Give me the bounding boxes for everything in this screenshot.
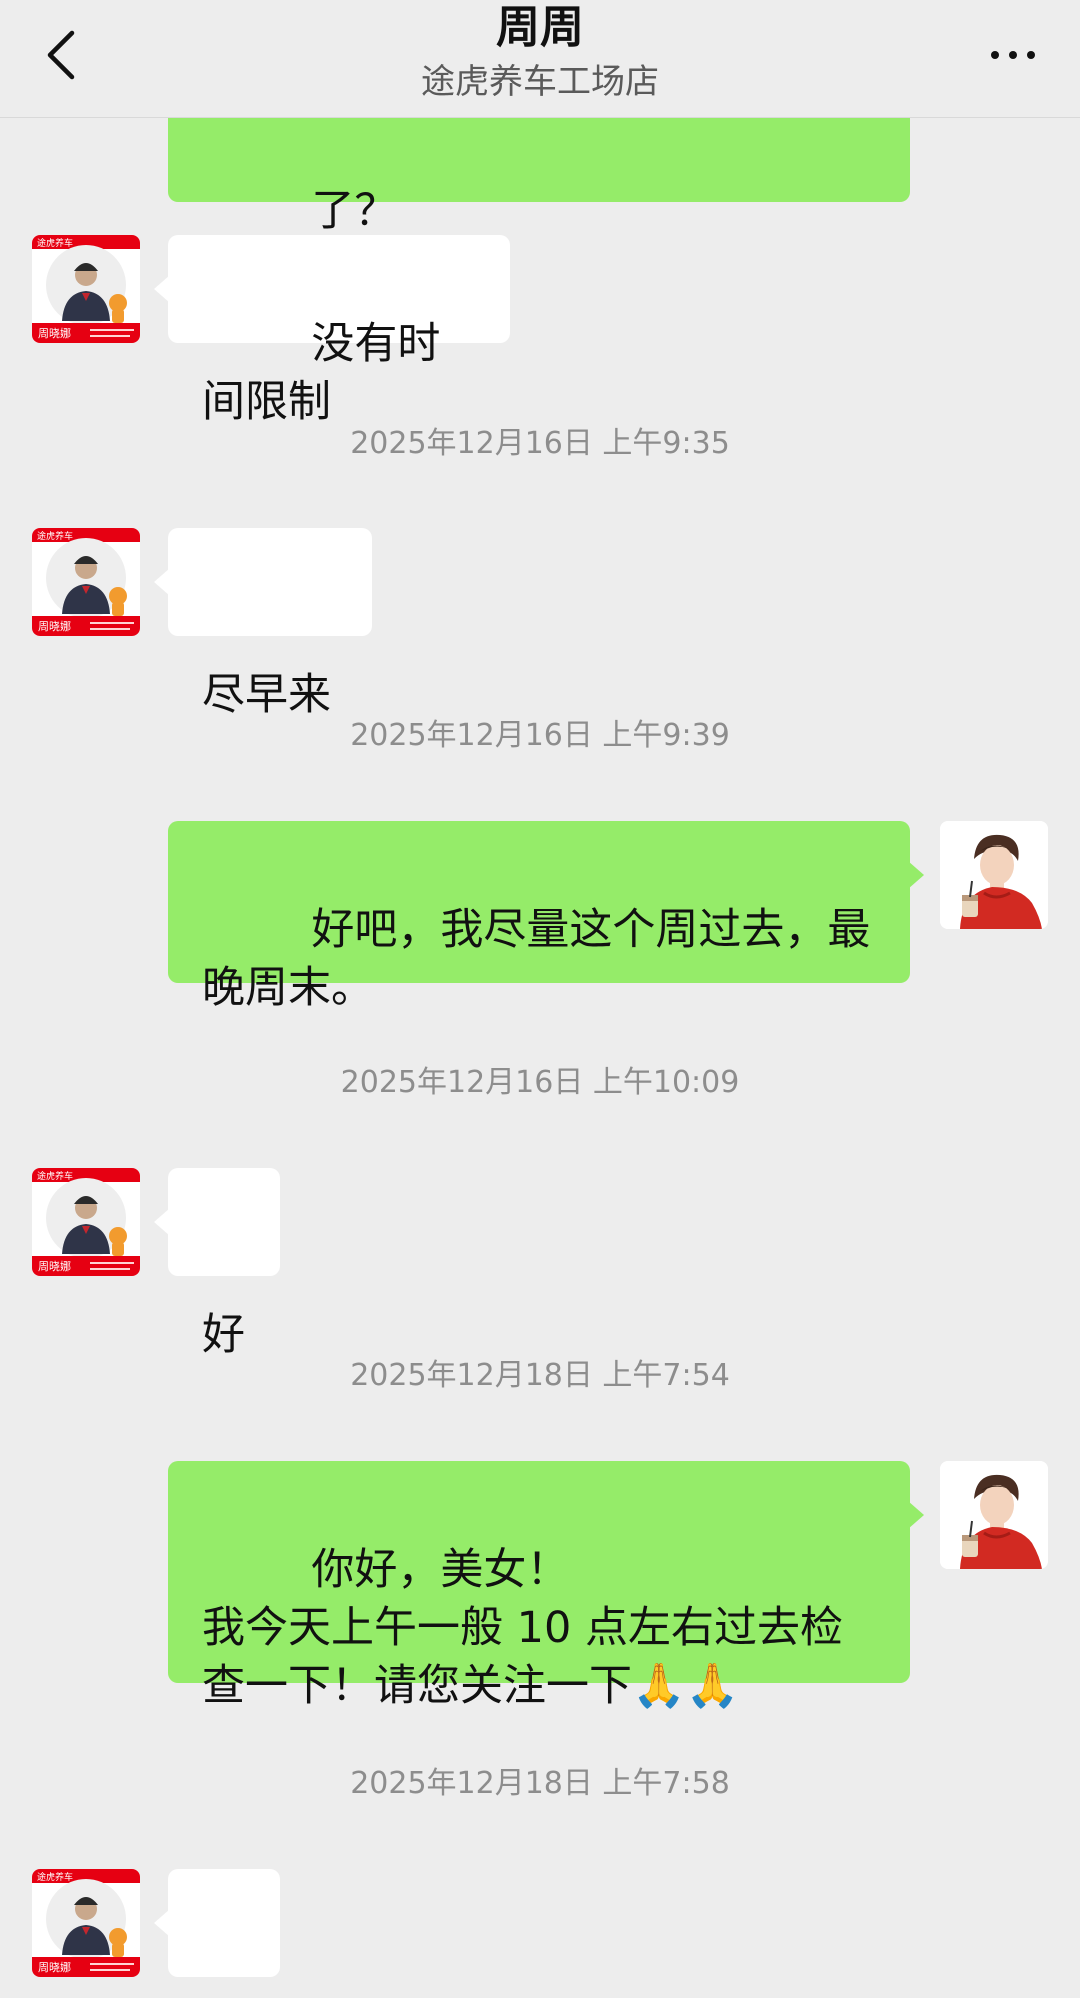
contact-avatar[interactable]: 途虎养车 周晓娜: [32, 1168, 140, 1276]
message-row-outgoing: 好吧，我尽量这个周过去，最晚周末。: [0, 821, 1080, 1013]
timestamp: 2025年12月16日 上午9:35: [350, 426, 730, 461]
chat-subtitle: 途虎养车工场店: [421, 62, 659, 102]
avatar-name-text: 周晓娜: [38, 1960, 71, 1974]
avatar-name-text: 周晓娜: [38, 619, 71, 633]
more-options-button[interactable]: [978, 30, 1048, 80]
avatar-brand-text: 途虎养车: [37, 1170, 73, 1182]
message-text: 好: [202, 1310, 245, 1360]
message-bubble-outgoing[interactable]: 你好，美女！ 我今天上午一般 10 点左右过去检查一下！请您关注一下🙏🙏: [168, 1461, 924, 1711]
avatar-brand-text: 途虎养车: [37, 1871, 73, 1883]
chat-header: 周周 途虎养车工场店: [0, 0, 1080, 118]
avatar-brand-text: 途虎养车: [37, 237, 73, 249]
message-row-incoming: 途虎养车 周晓娜 好: [0, 1869, 1080, 1977]
message-bubble-outgoing[interactable]: 好吧，我尽量这个周过去，最晚周末。: [168, 821, 924, 1013]
message-row-incoming: 途虎养车 周晓娜 好: [0, 1168, 1080, 1360]
timestamp: 2025年12月16日 上午9:39: [350, 718, 730, 753]
message-text: 好吧，我尽量这个周过去，最晚周末。: [202, 905, 871, 1013]
timestamp: 2025年12月16日 上午10:09: [340, 1065, 740, 1100]
timestamp: 2025年12月18日 上午7:58: [350, 1766, 730, 1801]
avatar-name-text: 周晓娜: [38, 1259, 71, 1273]
contact-avatar[interactable]: 途虎养车 周晓娜: [32, 235, 140, 343]
message-bubble-incoming[interactable]: 好: [154, 1168, 280, 1360]
contact-avatar[interactable]: 途虎养车 周晓娜: [32, 1869, 140, 1977]
message-bubble-incoming[interactable]: 好: [154, 1869, 280, 1977]
avatar-brand-text: 途虎养车: [37, 530, 73, 542]
more-dots-icon: [991, 51, 999, 59]
contact-avatar[interactable]: 途虎养车 周晓娜: [32, 528, 140, 636]
chat-screen: 了？ 途虎养车 周晓娜 没有时间限制 2025年12月16日 上午9:35 途虎…: [0, 0, 1080, 1998]
message-text: 了？: [311, 186, 398, 236]
timestamp: 2025年12月18日 上午7:54: [350, 1358, 730, 1393]
message-bubble-incoming[interactable]: 尽早来: [154, 528, 372, 720]
message-list[interactable]: 了？ 途虎养车 周晓娜 没有时间限制 2025年12月16日 上午9:35 途虎…: [0, 0, 1080, 1998]
self-avatar[interactable]: [940, 821, 1048, 929]
message-text: 尽早来: [202, 670, 331, 720]
message-text: 你好，美女！ 我今天上午一般 10 点左右过去检查一下！请您关注一下🙏🙏: [202, 1545, 844, 1711]
message-row-incoming: 途虎养车 周晓娜 没有时间限制: [0, 235, 1080, 427]
message-bubble-incoming[interactable]: 没有时间限制: [154, 235, 510, 427]
chat-title: 周周: [496, 2, 584, 53]
message-row-incoming: 途虎养车 周晓娜 尽早来: [0, 528, 1080, 720]
self-avatar[interactable]: [940, 1461, 1048, 1569]
message-row-outgoing: 你好，美女！ 我今天上午一般 10 点左右过去检查一下！请您关注一下🙏🙏: [0, 1461, 1080, 1711]
message-text: 没有时间限制: [202, 319, 441, 427]
avatar-name-text: 周晓娜: [38, 326, 71, 340]
